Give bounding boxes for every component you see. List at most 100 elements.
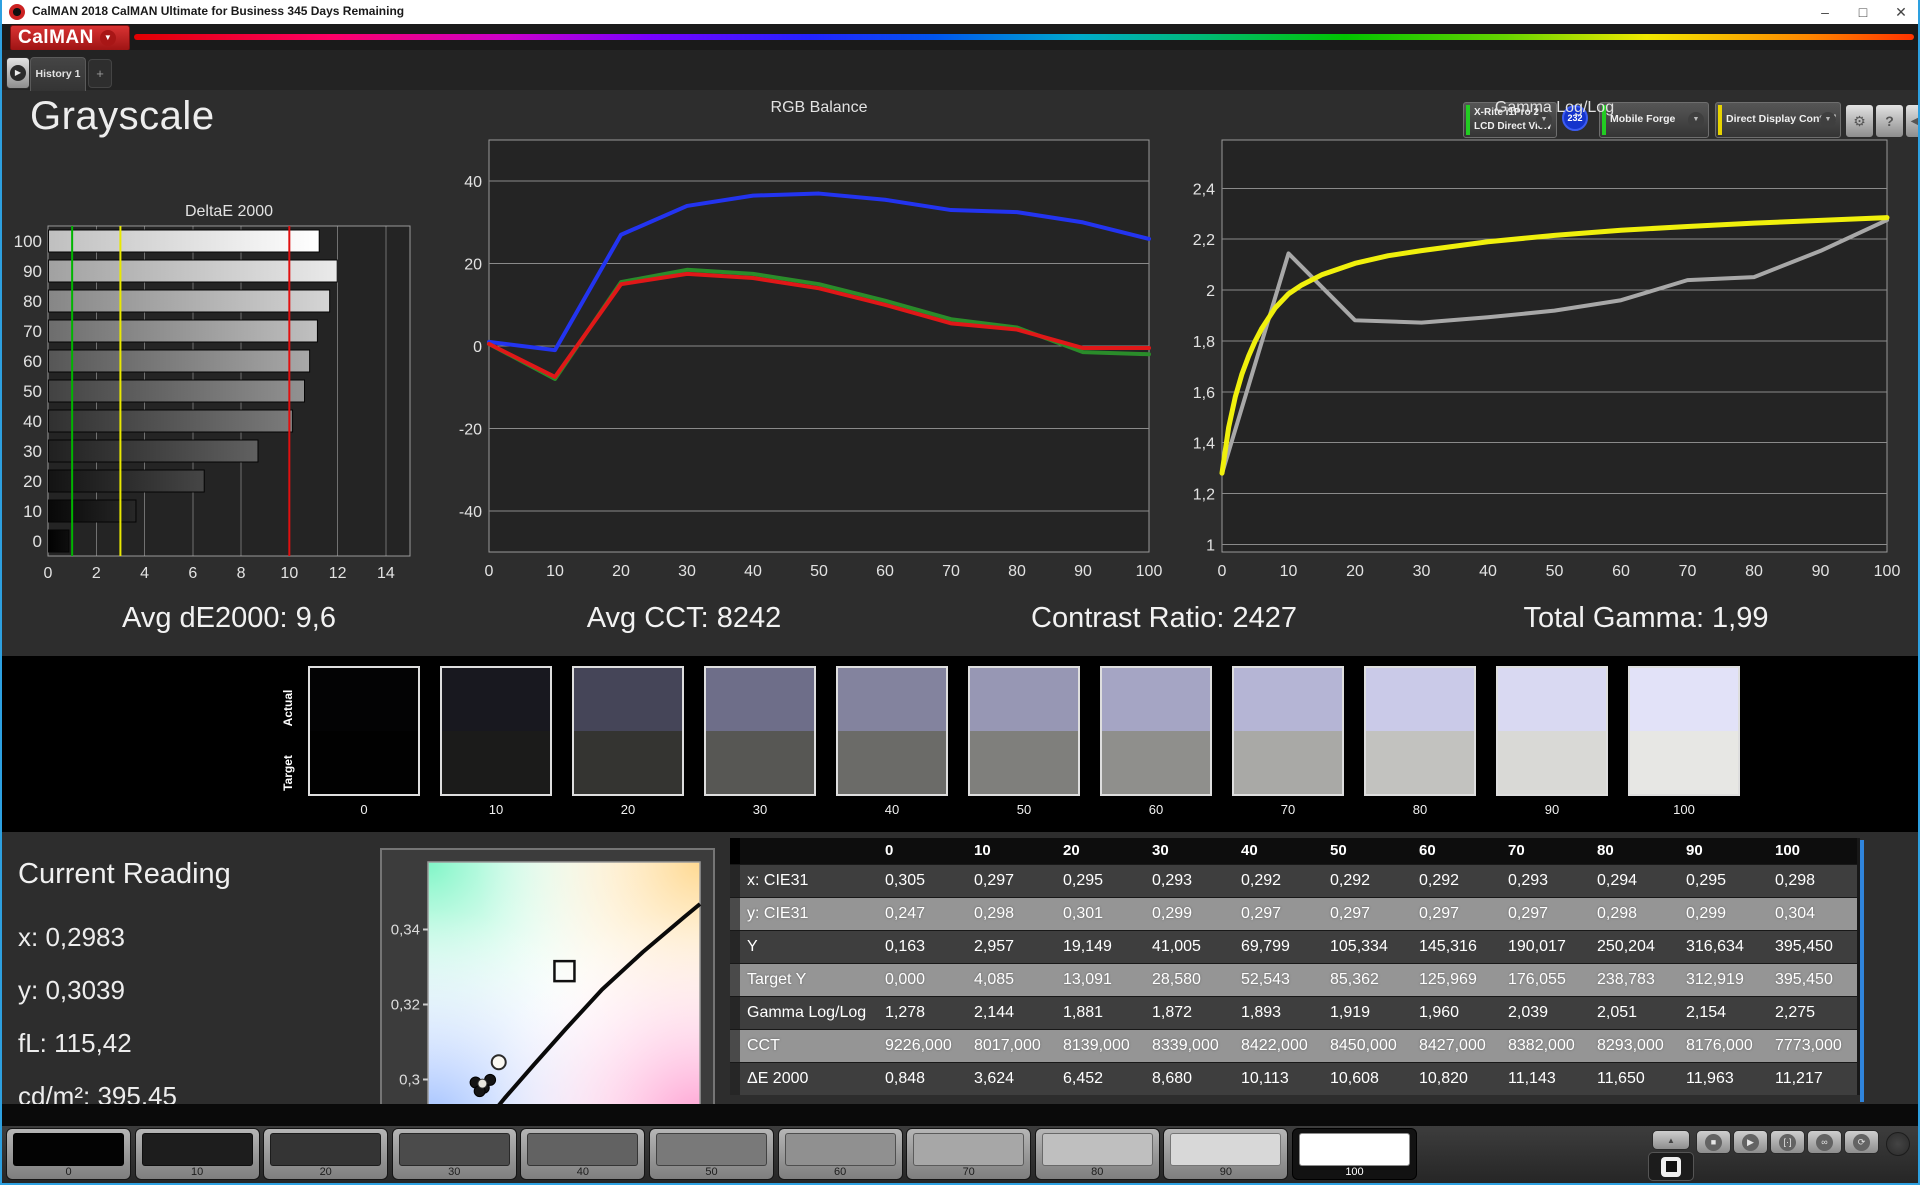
table-col-header: 50 (1323, 838, 1412, 864)
pattern-patch-0[interactable]: 0 (6, 1128, 131, 1180)
table-cell: 8139,000 (1056, 1030, 1145, 1062)
logo-dropdown-icon[interactable]: ▼ (100, 30, 116, 46)
table-cell: 0,298 (1590, 898, 1679, 930)
actual-color (1630, 668, 1738, 731)
table-col-header: 70 (1501, 838, 1590, 864)
table-cell: 6,452 (1056, 1063, 1145, 1095)
tab-scroll-button[interactable]: ▶ (6, 57, 30, 89)
swatch-label: 30 (704, 802, 816, 817)
swatch-label: 80 (1364, 802, 1476, 817)
minimize-icon[interactable]: – (1808, 1, 1842, 23)
continuous-measure-button[interactable]: ∞ (1807, 1130, 1842, 1154)
stop-pattern-button[interactable] (1648, 1152, 1694, 1181)
single-measure-button[interactable]: [·] (1770, 1130, 1805, 1154)
table-cell: 0,295 (1056, 865, 1145, 897)
pattern-patch-40[interactable]: 40 (520, 1128, 645, 1180)
table-scrollbar[interactable] (1860, 840, 1864, 1102)
svg-text:Gamma Log/Log: Gamma Log/Log (1495, 99, 1614, 116)
svg-text:DeltaE 2000: DeltaE 2000 (185, 203, 273, 220)
loop-measure-button[interactable]: ⟳ (1844, 1130, 1879, 1154)
calman-logo-menu[interactable]: CalMAN ▼ (10, 25, 130, 51)
pattern-patch-90[interactable]: 90 (1163, 1128, 1288, 1180)
target-color (310, 731, 418, 794)
pattern-patch-20[interactable]: 20 (263, 1128, 388, 1180)
patch-label: 30 (393, 1166, 516, 1178)
table-cell: 19,149 (1056, 931, 1145, 963)
table-cell: 13,091 (1056, 964, 1145, 996)
table-cell: 238,783 (1590, 964, 1679, 996)
table-cell: 1,872 (1145, 997, 1234, 1029)
table-col-header: 30 (1145, 838, 1234, 864)
svg-text:12: 12 (329, 565, 347, 582)
table-cell: 9226,000 (878, 1030, 967, 1062)
bottom-divider-band (2, 1104, 1918, 1126)
table-cell: 28,580 (1145, 964, 1234, 996)
single-measure-icon: [·] (1779, 1134, 1796, 1151)
table-cell: 2,275 (1768, 997, 1857, 1029)
close-icon[interactable]: ✕ (1884, 1, 1918, 23)
play-measure-button[interactable]: ▶ (1733, 1130, 1768, 1154)
deltae2000-bar-chart: DeltaE 200002468101214100908070605040302… (4, 196, 434, 596)
pattern-patch-10[interactable]: 10 (135, 1128, 260, 1180)
table-cell: 0,297 (1234, 898, 1323, 930)
svg-text:40: 40 (1479, 563, 1497, 580)
table-cell: 395,450 (1768, 964, 1857, 996)
table-cell: 0,297 (1412, 898, 1501, 930)
patch-label: 100 (1293, 1166, 1416, 1178)
pattern-patch-100[interactable]: 100 (1292, 1128, 1417, 1180)
row-label: Y (740, 931, 878, 963)
actual-color (706, 668, 814, 731)
svg-text:0,3: 0,3 (399, 1072, 420, 1089)
actual-color (310, 668, 418, 731)
calman-logo-text: CalMAN (11, 27, 94, 49)
tab-history-1[interactable]: History 1 (30, 57, 86, 91)
up-arrow-icon: ▲ (1667, 1136, 1675, 1145)
svg-text:2,2: 2,2 (1193, 232, 1215, 249)
deltae-bar-70 (49, 320, 318, 342)
add-tab-button[interactable]: + (88, 59, 112, 88)
table-cell: 1,960 (1412, 997, 1501, 1029)
play-icon: ▶ (1742, 1134, 1759, 1151)
svg-text:30: 30 (23, 442, 42, 461)
pattern-patch-60[interactable]: 60 (778, 1128, 903, 1180)
table-cell: 176,055 (1501, 964, 1590, 996)
table-cell: 7773,000 (1768, 1030, 1857, 1062)
table-col-header: 20 (1056, 838, 1145, 864)
maximize-icon[interactable]: □ (1846, 1, 1880, 23)
table-cell: 1,919 (1323, 997, 1412, 1029)
svg-text:-40: -40 (459, 504, 482, 521)
target-color (1366, 731, 1474, 794)
svg-text:70: 70 (942, 563, 960, 580)
svg-text:2: 2 (1206, 283, 1215, 300)
svg-text:1,4: 1,4 (1193, 436, 1215, 453)
svg-text:0,34: 0,34 (391, 922, 420, 939)
svg-text:100: 100 (1874, 563, 1901, 580)
table-cell: 0,292 (1323, 865, 1412, 897)
svg-text:90: 90 (1812, 563, 1830, 580)
table-cell: 2,051 (1590, 997, 1679, 1029)
stop-measure-button[interactable]: ■ (1696, 1130, 1731, 1154)
table-col-header: 10 (967, 838, 1056, 864)
table-cell: 0,297 (1501, 898, 1590, 930)
patch-label: 0 (7, 1166, 130, 1178)
patch-swatch (656, 1133, 767, 1166)
pattern-patch-70[interactable]: 70 (906, 1128, 1031, 1180)
app-icon (9, 4, 25, 20)
target-color (442, 731, 550, 794)
summary-stat-3: Total Gamma: 1,99 (1524, 598, 1769, 638)
expand-pattern-panel-button[interactable]: ▲ (1652, 1130, 1690, 1150)
table-cell: 2,144 (967, 997, 1056, 1029)
row-label: CCT (740, 1030, 878, 1062)
patch-label: 10 (136, 1166, 259, 1178)
pattern-patch-30[interactable]: 30 (392, 1128, 517, 1180)
svg-text:0: 0 (473, 339, 482, 356)
row-label: y: CIE31 (740, 898, 878, 930)
actual-color (1366, 668, 1474, 731)
pattern-patch-50[interactable]: 50 (649, 1128, 774, 1180)
swatch-label: 50 (968, 802, 1080, 817)
table-cell: 0,301 (1056, 898, 1145, 930)
deltae-bar-0 (49, 530, 69, 552)
deltae-bar-60 (49, 350, 310, 372)
pattern-patch-80[interactable]: 80 (1035, 1128, 1160, 1180)
svg-text:0: 0 (485, 563, 494, 580)
